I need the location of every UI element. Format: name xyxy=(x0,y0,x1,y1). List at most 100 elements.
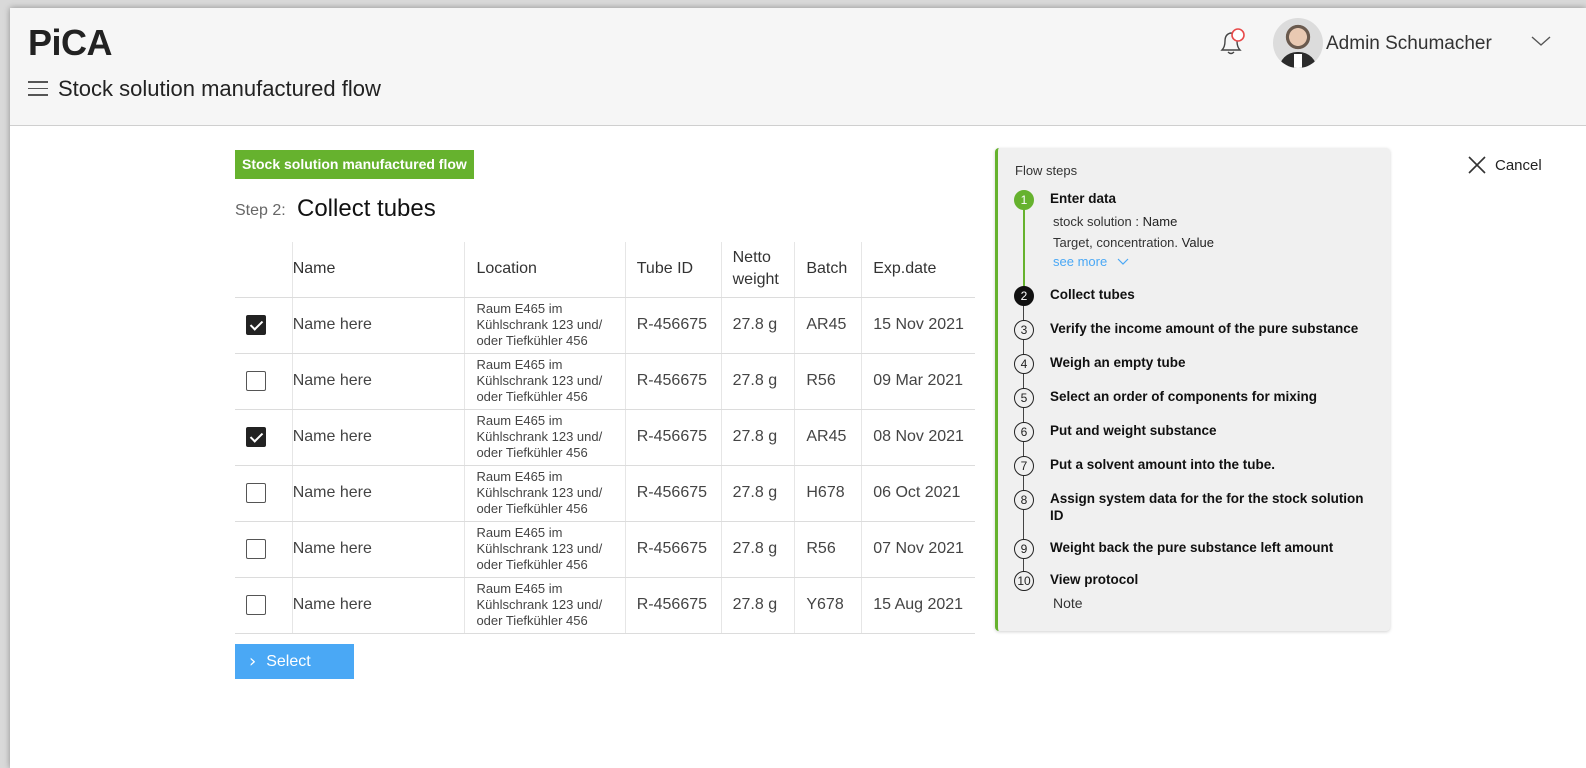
app-logo: PiCA xyxy=(28,22,113,63)
step10-note: Note xyxy=(1053,595,1083,611)
row-checkbox[interactable] xyxy=(246,427,266,447)
step-label: Weigh an empty tube xyxy=(1050,355,1186,370)
page-title: Stock solution manufactured flow xyxy=(58,76,381,101)
table-row[interactable]: Name here Raum E465 im Kühlschrank 123 un… xyxy=(235,465,975,522)
cell-exp-date: 08 Nov 2021 xyxy=(861,409,975,466)
step-label: Collect tubes xyxy=(1050,287,1135,302)
step-number: 4 xyxy=(1014,354,1034,374)
cell-name: Name here xyxy=(291,577,465,634)
select-button[interactable]: › Select xyxy=(235,644,354,679)
row-checkbox[interactable] xyxy=(246,371,266,391)
cancel-button[interactable]: Cancel xyxy=(1467,155,1542,175)
stock-solution-value: Name xyxy=(1142,214,1178,229)
tubes-table: Name Location Tube ID Netto weight Batch… xyxy=(235,242,975,634)
row-checkbox-cell xyxy=(235,297,293,354)
cell-tube-id: R-456675 xyxy=(624,353,722,410)
row-checkbox-cell xyxy=(235,353,293,410)
cell-netto-weight: 27.8 g xyxy=(720,353,795,410)
row-checkbox[interactable] xyxy=(246,483,266,503)
cell-exp-date: 09 Mar 2021 xyxy=(861,353,975,410)
table-header-row: Name Location Tube ID Netto weight Batch… xyxy=(235,242,975,298)
step-number: 2 xyxy=(1014,286,1034,306)
user-avatar[interactable] xyxy=(1273,18,1323,68)
flow-badge: Stock solution manufactured flow xyxy=(235,150,474,179)
app-window: PiCA Admin Schumacher Stock solution man… xyxy=(10,8,1586,768)
column-header-tube-id: Tube ID xyxy=(624,242,722,298)
cell-tube-id: R-456675 xyxy=(624,577,722,634)
cell-exp-date: 15 Aug 2021 xyxy=(861,577,975,634)
cell-netto-weight: 27.8 g xyxy=(720,297,795,354)
step-number: 1 xyxy=(1014,190,1034,210)
column-header-batch: Batch xyxy=(794,242,862,298)
notification-bell-icon[interactable] xyxy=(1215,24,1251,60)
cell-netto-weight: 27.8 g xyxy=(720,465,795,522)
target-concentration-label: Target, concentration. xyxy=(1053,235,1179,250)
chevron-down-small-icon xyxy=(1117,258,1129,265)
step-label: Put a solvent amount into the tube. xyxy=(1050,457,1276,472)
step-title: Collect tubes xyxy=(297,195,436,222)
step-number: 9 xyxy=(1014,539,1034,559)
cell-location: Raum E465 im Kühlschrank 123 und/ oder T… xyxy=(464,577,626,634)
row-checkbox[interactable] xyxy=(246,595,266,615)
row-checkbox-cell xyxy=(235,521,293,578)
see-more-label: see more xyxy=(1053,254,1108,269)
flow-steps-panel: Flow steps 1 Enter data 2 Collect tubes 3 Ver… xyxy=(995,148,1390,631)
table-row[interactable]: Name here Raum E465 im Kühlschrank 123 un… xyxy=(235,521,975,578)
step-number: 6 xyxy=(1014,422,1034,442)
row-checkbox-cell xyxy=(235,577,293,634)
row-checkbox[interactable] xyxy=(246,315,266,335)
step-label: View protocol xyxy=(1050,572,1139,587)
cell-name: Name here xyxy=(291,465,465,522)
close-icon xyxy=(1468,156,1486,174)
flow-steps-heading: Flow steps xyxy=(1015,163,1078,178)
cell-exp-date: 07 Nov 2021 xyxy=(861,521,975,578)
step-number: 10 xyxy=(1014,571,1034,591)
table-row[interactable]: Name here Raum E465 im Kühlschrank 123 un… xyxy=(235,577,975,634)
cancel-label: Cancel xyxy=(1495,156,1542,174)
hamburger-menu-icon[interactable] xyxy=(28,81,48,97)
step-number: 7 xyxy=(1014,456,1034,476)
cell-location: Raum E465 im Kühlschrank 123 und/ oder T… xyxy=(464,465,626,522)
cell-name: Name here xyxy=(291,521,465,578)
cell-batch: R56 xyxy=(794,353,862,410)
step-label: Verify the income amount of the pure sub… xyxy=(1050,321,1359,336)
cell-batch: AR45 xyxy=(794,297,862,354)
app-header: PiCA Admin Schumacher Stock solution man… xyxy=(10,8,1586,126)
column-header-location: Location xyxy=(464,242,626,298)
step-label: Enter data xyxy=(1050,191,1117,206)
cell-location: Raum E465 im Kühlschrank 123 und/ oder T… xyxy=(464,297,626,354)
cell-batch: AR45 xyxy=(794,409,862,466)
step1-target-concentration: Target, concentration. Value xyxy=(1053,235,1214,250)
steps-connector-line-active xyxy=(1023,200,1025,288)
cell-location: Raum E465 im Kühlschrank 123 und/ oder T… xyxy=(464,521,626,578)
see-more-link[interactable]: see more xyxy=(1053,254,1129,269)
row-checkbox-cell xyxy=(235,409,293,466)
step-label: Select an order of components for mixing xyxy=(1050,389,1318,404)
step-number: 8 xyxy=(1014,490,1034,510)
step-number: 3 xyxy=(1014,320,1034,340)
stock-solution-label: stock solution : xyxy=(1053,214,1139,229)
chevron-down-icon[interactable] xyxy=(1530,34,1552,48)
step-label: Weight back the pure substance left amou… xyxy=(1050,540,1334,555)
cell-location: Raum E465 im Kühlschrank 123 und/ oder T… xyxy=(464,409,626,466)
step1-stock-solution: stock solution : Name xyxy=(1053,214,1177,229)
cell-tube-id: R-456675 xyxy=(624,521,722,578)
cell-tube-id: R-456675 xyxy=(624,409,722,466)
cell-name: Name here xyxy=(291,409,465,466)
cell-tube-id: R-456675 xyxy=(624,465,722,522)
step-label: Put and weight substance xyxy=(1050,423,1217,438)
row-checkbox-cell xyxy=(235,465,293,522)
cell-name: Name here xyxy=(291,297,465,354)
cell-netto-weight: 27.8 g xyxy=(720,521,795,578)
cell-netto-weight: 27.8 g xyxy=(720,577,795,634)
target-concentration-value: Value xyxy=(1181,235,1214,250)
user-name[interactable]: Admin Schumacher xyxy=(1326,33,1492,55)
row-checkbox[interactable] xyxy=(246,539,266,559)
table-row[interactable]: Name here Raum E465 im Kühlschrank 123 un… xyxy=(235,297,975,354)
step-prefix: Step 2: xyxy=(235,202,286,219)
table-row[interactable]: Name here Raum E465 im Kühlschrank 123 un… xyxy=(235,353,975,410)
table-row[interactable]: Name here Raum E465 im Kühlschrank 123 un… xyxy=(235,409,975,466)
cell-batch: Y678 xyxy=(794,577,862,634)
chevron-right-icon: › xyxy=(249,651,257,672)
column-header-netto-weight: Netto weight xyxy=(720,242,795,298)
